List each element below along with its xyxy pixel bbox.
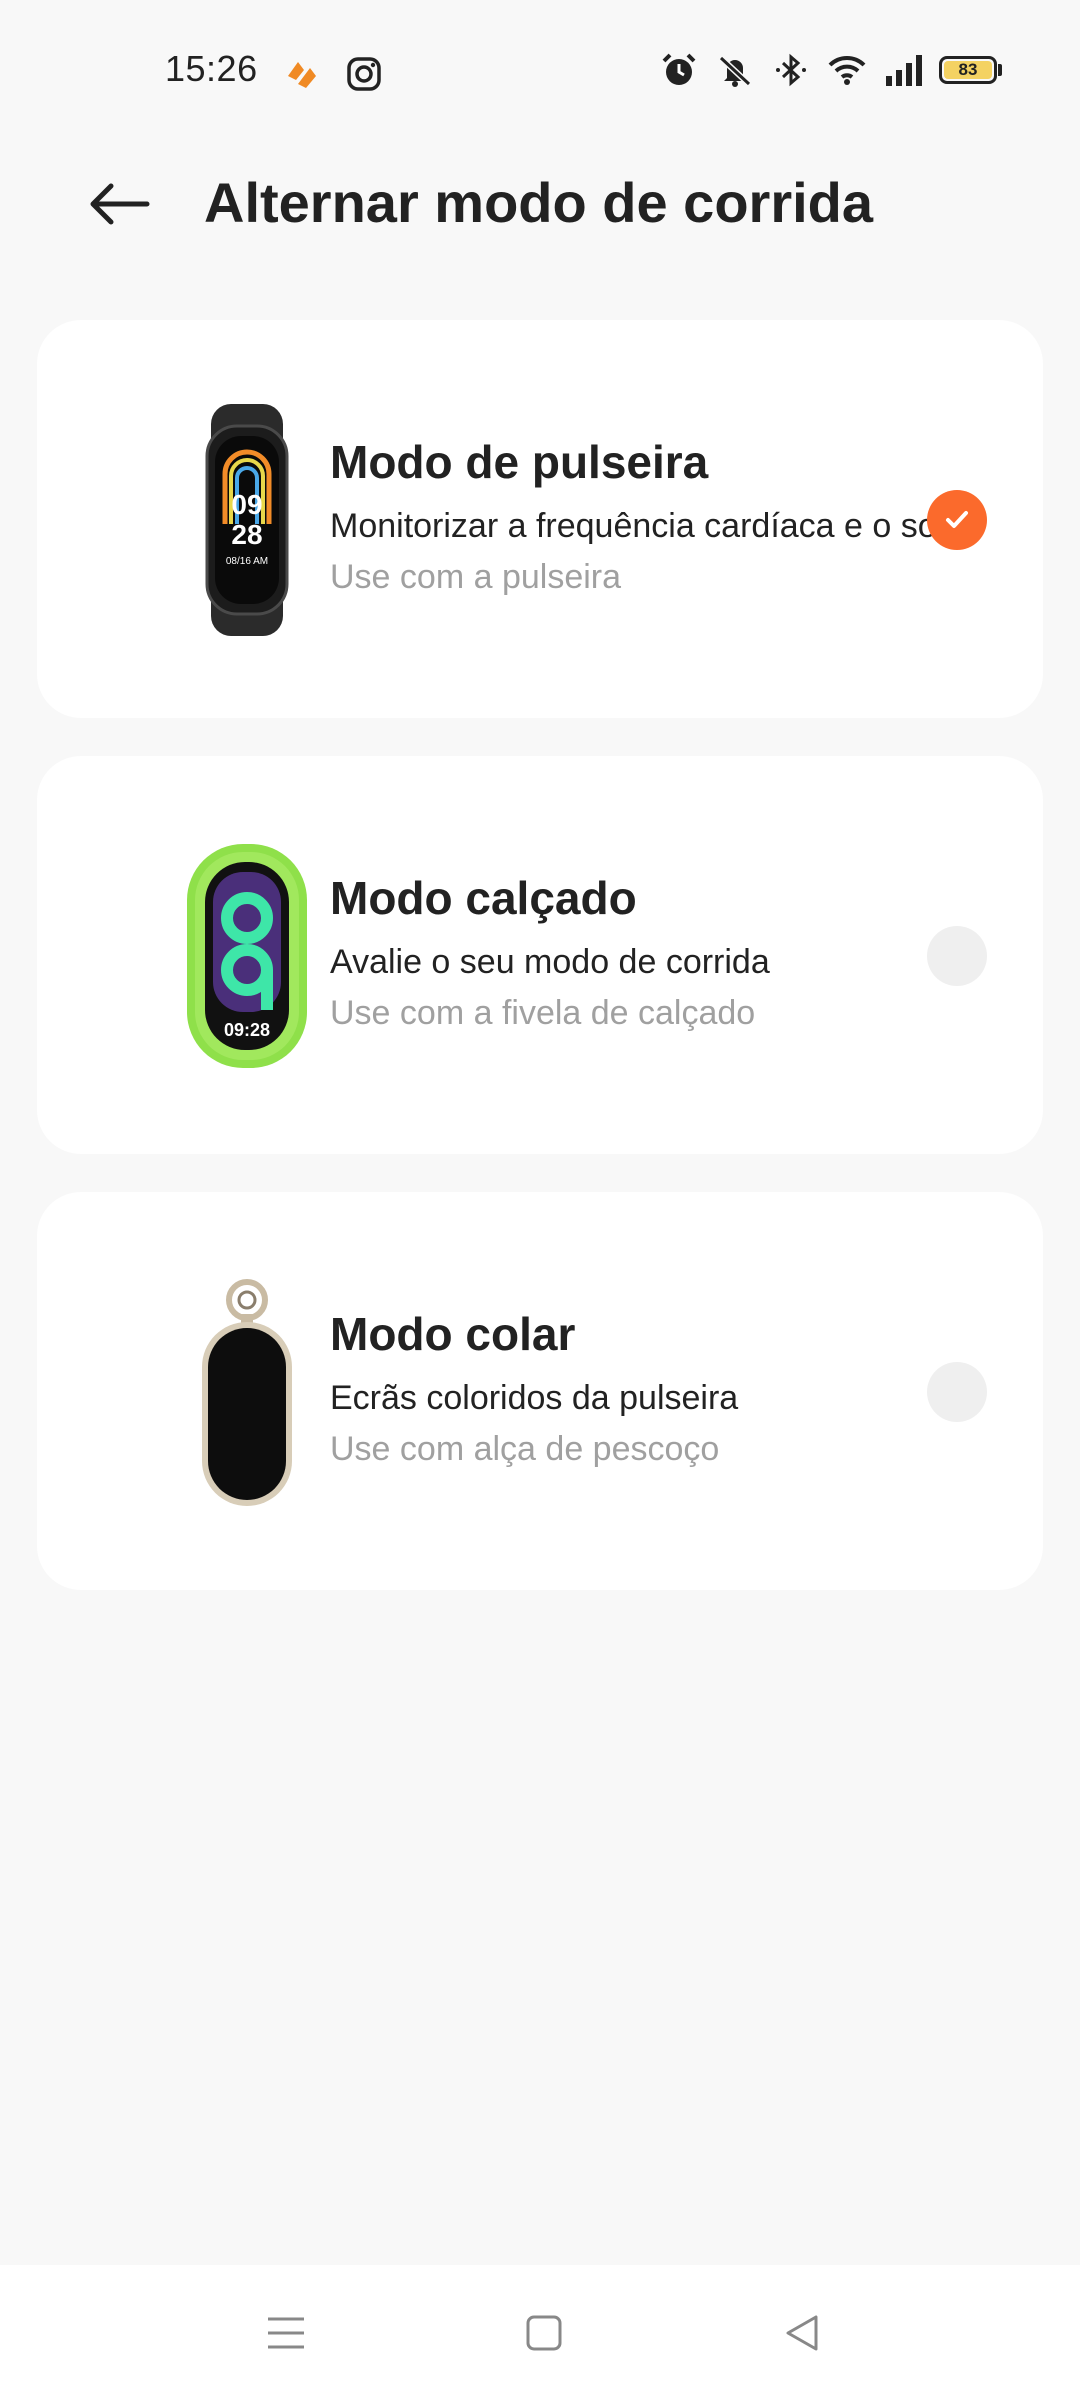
mode-title: Modo de pulseira [330, 436, 709, 488]
wristband-image: 09 28 08/16 AM [205, 404, 289, 636]
back-arrow-icon [90, 183, 150, 225]
shoe-clip-image: 09:28 [187, 844, 307, 1068]
mode-title: Modo calçado [330, 872, 637, 924]
alarm-icon [662, 53, 696, 85]
band-date: 08/16 AM [226, 556, 268, 567]
menu-icon [268, 2317, 304, 2349]
mode-subtitle: Use com a pulseira [330, 558, 622, 596]
mode-card-necklace[interactable]: Modo colar Ecrãs coloridos da pulseira U… [37, 1192, 1043, 1590]
home-button[interactable] [514, 2305, 574, 2361]
mode-card-text: Modo de pulseira Monitorizar a frequênci… [330, 435, 974, 597]
back-triangle-icon [786, 2315, 818, 2351]
mode-description: Ecrãs coloridos da pulseira [330, 1379, 739, 1417]
necklace-pendant-image [202, 1279, 292, 1506]
bluetooth-icon [776, 53, 806, 87]
mode-card-wristband[interactable]: 09 28 08/16 AM Modo de pulseira Monitori… [37, 320, 1043, 718]
battery-level: 83 [944, 60, 992, 79]
app-notification-icon [288, 62, 316, 88]
mode-subtitle: Use com a fivela de calçado [330, 994, 756, 1032]
instagram-icon [347, 57, 381, 91]
status-bar: 15:26 83 [0, 0, 1080, 145]
signal-icon [886, 55, 922, 86]
system-nav-bar [0, 2265, 1080, 2400]
mode-card-shoe[interactable]: 09:28 Modo calçado Avalie o seu modo de … [37, 756, 1043, 1154]
page-title: Alternar modo de corrida [204, 171, 874, 234]
status-time: 15:26 [165, 48, 258, 89]
check-icon [946, 511, 968, 528]
mode-card-text: Modo calçado Avalie o seu modo de corrid… [330, 871, 770, 1033]
nav-back-button[interactable] [772, 2305, 832, 2361]
menu-button[interactable] [256, 2305, 316, 2361]
mode-card-text: Modo colar Ecrãs coloridos da pulseira U… [330, 1307, 738, 1469]
band-minute: 28 [231, 519, 262, 550]
band-hour: 09 [231, 489, 262, 520]
mode-description: Avalie o seu modo de corrida [330, 943, 770, 981]
mode-subtitle: Use com alça de pescoço [330, 1430, 720, 1468]
mode-radio-selected[interactable] [927, 490, 987, 550]
status-right-icons: 83 [659, 50, 1002, 90]
mode-description: Monitorizar a frequência cardíaca e o so… [330, 507, 975, 545]
mode-title: Modo colar [330, 1308, 576, 1360]
shoe-time: 09:28 [224, 1020, 270, 1040]
mute-icon [718, 55, 752, 87]
wifi-icon [828, 55, 866, 85]
status-left-icons [282, 54, 384, 94]
battery-indicator: 83 [939, 56, 1002, 84]
back-button[interactable] [80, 172, 158, 236]
mode-radio-unselected[interactable] [927, 1362, 987, 1422]
header: Alternar modo de corrida [0, 150, 1080, 260]
home-icon [526, 2315, 562, 2351]
mode-radio-unselected[interactable] [927, 926, 987, 986]
